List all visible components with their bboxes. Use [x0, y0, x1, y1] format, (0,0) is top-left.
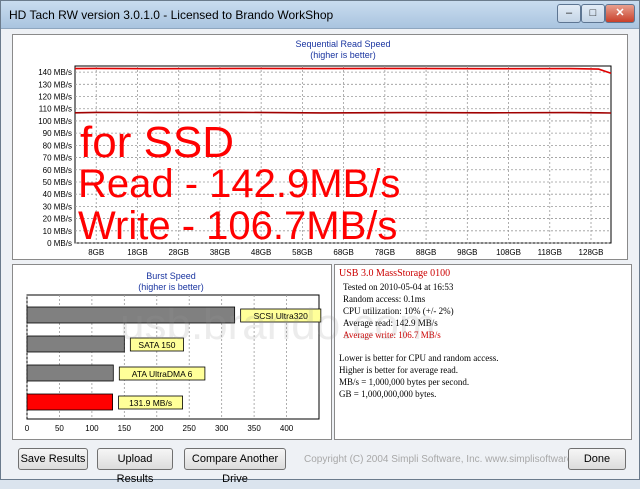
- y-tick-label: 50 MB/s: [43, 178, 72, 187]
- y-tick-label: 140 MB/s: [38, 68, 72, 77]
- y-tick-label: 100 MB/s: [38, 117, 72, 126]
- burst-label: SCSI Ultra320: [254, 311, 309, 321]
- burst-tick-label: 100: [85, 424, 99, 433]
- minimize-button[interactable]: –: [557, 4, 581, 23]
- x-tick-label: 78GB: [375, 248, 395, 257]
- y-tick-label: 0 MB/s: [47, 239, 72, 248]
- burst-label: 131.9 MB/s: [129, 398, 172, 408]
- maximize-button[interactable]: □: [581, 4, 605, 23]
- plot-area: [74, 65, 612, 244]
- burst-tick-label: 250: [183, 424, 197, 433]
- burst-tick-label: 200: [150, 424, 164, 433]
- note-line: Lower is better for CPU and random acces…: [339, 353, 499, 363]
- x-tick-label: 28GB: [168, 248, 188, 257]
- burst-speed-chart: Burst Speed(higher is better) 0 50 100 150 20…: [25, 271, 322, 433]
- compare-drive-button[interactable]: Compare Another Drive: [184, 448, 286, 485]
- y-tick-label: 40 MB/s: [43, 190, 72, 199]
- burst-subtitle: (higher is better): [138, 282, 204, 292]
- note-line: GB = 1,000,000,000 bytes.: [339, 389, 437, 399]
- info-line: Tested on 2010-05-04 at 16:53: [343, 282, 454, 292]
- burst-tick-label: 350: [247, 424, 261, 433]
- burst-bar: [26, 335, 125, 353]
- y-tick-label: 60 MB/s: [43, 166, 72, 175]
- drive-info-panel: USB 3.0 MassStorage 0100 Tested on 2010-…: [334, 264, 632, 440]
- burst-bar: [26, 393, 113, 411]
- x-tick-label: 88GB: [416, 248, 436, 257]
- copyright-text: Copyright (C) 2004 Simpli Software, Inc.…: [304, 454, 595, 465]
- y-tick-label: 70 MB/s: [43, 154, 72, 163]
- window-title: HD Tach RW version 3.0.1.0 - Licensed to…: [9, 8, 334, 22]
- burst-tick-label: 50: [55, 424, 64, 433]
- title-bar[interactable]: HD Tach RW version 3.0.1.0 - Licensed to…: [1, 1, 639, 29]
- drive-name: USB 3.0 MassStorage 0100: [339, 268, 451, 279]
- info-line: Average read: 142.9 MB/s: [343, 318, 438, 328]
- save-results-button[interactable]: Save Results: [18, 448, 88, 470]
- chart-subtitle: (higher is better): [310, 50, 376, 60]
- write-series-line: [74, 111, 612, 114]
- info-line: CPU utilization: 10% (+/- 2%): [343, 306, 454, 316]
- note-line: Higher is better for average read.: [339, 365, 458, 375]
- burst-tick-label: 300: [215, 424, 229, 433]
- done-button[interactable]: Done: [568, 448, 626, 470]
- sequential-read-chart: Sequential Read Speed(higher is better) 0…: [38, 39, 612, 257]
- burst-title: Burst Speed: [146, 271, 196, 281]
- x-tick-label: 58GB: [292, 248, 312, 257]
- close-button[interactable]: ✕: [605, 4, 635, 23]
- burst-label: SATA 150: [138, 340, 175, 350]
- x-tick-label: 128GB: [579, 248, 604, 257]
- y-tick-label: 20 MB/s: [43, 215, 72, 224]
- x-tick-label: 98GB: [457, 248, 477, 257]
- x-tick-label: 8GB: [88, 248, 104, 257]
- y-tick-label: 110 MB/s: [39, 105, 72, 114]
- y-tick-label: 120 MB/s: [38, 93, 72, 102]
- burst-tick-label: 150: [118, 424, 132, 433]
- x-tick-label: 118GB: [538, 248, 562, 257]
- burst-speed-panel: Burst Speed (higher is better) 0 50 100 150 20…: [12, 264, 332, 440]
- upload-results-button[interactable]: Upload Results: [97, 448, 173, 485]
- burst-tick-label: 0: [25, 424, 30, 433]
- chart-title: Sequential Read Speed: [295, 39, 390, 49]
- note-line: MB/s = 1,000,000 bytes per second.: [339, 377, 470, 387]
- x-tick-label: 108GB: [496, 248, 521, 257]
- sequential-read-panel: Sequential Read Speed (higher is better) 0…: [12, 34, 628, 260]
- y-tick-label: 80 MB/s: [43, 141, 72, 150]
- x-tick-label: 38GB: [210, 248, 230, 257]
- x-tick-label: 18GB: [127, 248, 147, 257]
- info-line: Random access: 0.1ms: [343, 294, 426, 304]
- burst-label: ATA UltraDMA 6: [132, 369, 193, 379]
- burst-tick-label: 400: [280, 424, 294, 433]
- y-tick-label: 90 MB/s: [43, 129, 72, 138]
- x-tick-label: 68GB: [333, 248, 353, 257]
- info-line: Average write: 106.7 MB/s: [343, 330, 441, 340]
- x-tick-label: 48GB: [251, 248, 271, 257]
- burst-bar: [26, 306, 236, 324]
- burst-bar: [26, 364, 114, 382]
- y-tick-label: 30 MB/s: [43, 202, 72, 211]
- y-tick-label: 10 MB/s: [43, 227, 72, 236]
- y-tick-label: 130 MB/s: [38, 80, 72, 89]
